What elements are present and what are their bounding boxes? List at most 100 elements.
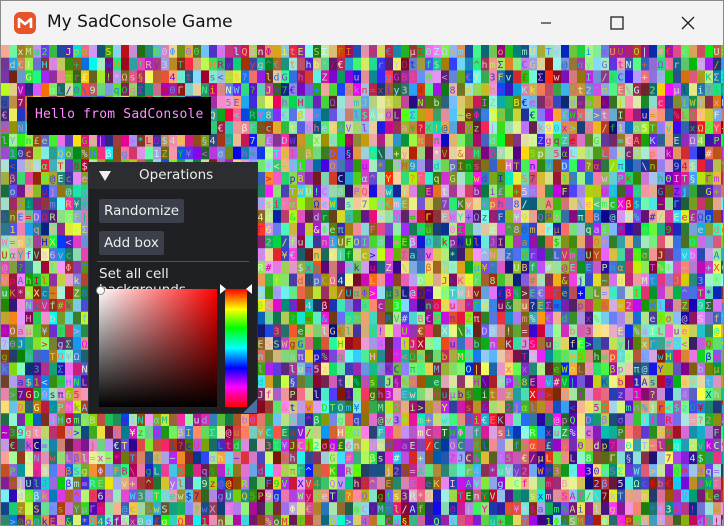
hue-slider-left-marker[interactable] — [220, 284, 226, 294]
hue-slider-right-marker[interactable] — [246, 284, 252, 294]
svg-text:|: | — [618, 98, 624, 109]
svg-text:r: r — [658, 403, 664, 414]
resize-grip-icon[interactable] — [243, 399, 257, 413]
svg-text:J: J — [42, 479, 48, 490]
game-console[interactable]: x Ma 2 Jp α S & B 0 Φ 0 Θπ l Q Sn Φi t E L S Σ F Ir $ €8 µ Σ Θ Z Ω > m o… — [1, 45, 723, 525]
svg-text:u: u — [546, 162, 552, 173]
svg-text:/: / — [282, 238, 288, 249]
svg-text:0: 0 — [354, 250, 360, 261]
minimize-button[interactable] — [523, 1, 569, 45]
svg-text:X: X — [50, 238, 56, 249]
svg-text:!: ! — [434, 123, 440, 134]
svg-text:Q: Q — [570, 416, 576, 427]
svg-text:F: F — [570, 174, 576, 185]
svg-text:q: q — [602, 466, 608, 477]
svg-text:Θ: Θ — [666, 174, 672, 185]
svg-text:J: J — [674, 276, 680, 287]
svg-text:G: G — [594, 136, 600, 147]
svg-text:β: β — [306, 149, 312, 160]
svg-text:R: R — [258, 263, 265, 274]
svg-text:4: 4 — [378, 339, 384, 350]
svg-text:α: α — [562, 149, 568, 160]
add-box-button[interactable]: Add box — [99, 231, 164, 255]
svg-text:@: @ — [642, 225, 648, 236]
svg-text:4: 4 — [170, 136, 176, 147]
svg-text:q: q — [34, 225, 40, 236]
svg-text:r: r — [530, 250, 536, 261]
svg-text:q: q — [554, 136, 560, 147]
svg-text:7: 7 — [530, 174, 536, 185]
svg-text:*: * — [114, 73, 120, 84]
svg-text:h: h — [314, 123, 320, 134]
svg-text:π: π — [354, 314, 360, 325]
svg-text:β: β — [410, 238, 416, 249]
svg-text:E: E — [298, 47, 304, 58]
svg-text:Y: Y — [474, 73, 480, 84]
svg-text:|: | — [98, 136, 104, 147]
svg-text:Z: Z — [538, 136, 544, 147]
svg-text:O: O — [338, 403, 344, 414]
svg-text:3: 3 — [490, 73, 496, 84]
svg-text:O: O — [426, 238, 432, 249]
svg-text:B: B — [714, 352, 720, 363]
svg-text:G: G — [706, 187, 712, 198]
svg-text:g: g — [330, 441, 336, 452]
svg-text:L: L — [554, 250, 560, 261]
svg-text:Γ: Γ — [298, 466, 304, 477]
svg-text:G: G — [530, 60, 536, 71]
svg-text:£: £ — [498, 289, 504, 300]
svg-text:s: s — [50, 466, 56, 477]
maximize-button[interactable] — [594, 1, 640, 45]
svg-text:<: < — [442, 73, 448, 84]
svg-text:€: € — [610, 73, 616, 84]
svg-text:\: \ — [482, 377, 488, 388]
svg-text:C: C — [722, 263, 724, 274]
operations-header[interactable]: Operations — [89, 163, 257, 189]
svg-text:Σ: Σ — [274, 441, 280, 452]
svg-text:@: @ — [378, 416, 384, 427]
svg-text:b: b — [50, 149, 56, 160]
svg-text:&: & — [514, 377, 520, 388]
svg-text:g: g — [546, 136, 552, 147]
sv-picker-handle[interactable] — [96, 286, 105, 295]
svg-text:I: I — [498, 238, 504, 249]
svg-text:K: K — [458, 276, 464, 287]
svg-text:£: £ — [690, 111, 696, 122]
svg-text:Φ: Φ — [362, 289, 368, 300]
svg-text:Γ: Γ — [426, 212, 432, 223]
triangle-down-icon[interactable] — [99, 171, 111, 181]
svg-text:Φ: Φ — [322, 225, 328, 236]
svg-text:~: ~ — [650, 441, 656, 452]
svg-text:+: + — [394, 238, 400, 249]
hue-slider[interactable] — [225, 289, 247, 407]
svg-text:e: e — [682, 212, 688, 223]
svg-text:€: € — [522, 98, 528, 109]
svg-text:F: F — [714, 111, 720, 122]
svg-text:b: b — [306, 123, 312, 134]
svg-text:U: U — [514, 263, 520, 274]
svg-text:S: S — [2, 212, 8, 223]
svg-text:7: 7 — [722, 250, 724, 261]
svg-text:W: W — [386, 441, 393, 452]
svg-text:2: 2 — [626, 301, 632, 312]
svg-text:s: s — [266, 200, 272, 211]
svg-text:u: u — [498, 301, 504, 312]
svg-text:m: m — [394, 200, 400, 211]
svg-text:a: a — [18, 377, 24, 388]
svg-text:€: € — [666, 479, 672, 490]
svg-text:0: 0 — [18, 149, 24, 160]
svg-text:c: c — [362, 250, 368, 261]
randomize-button[interactable]: Randomize — [99, 199, 185, 223]
svg-text:s: s — [370, 377, 376, 388]
svg-text:Y: Y — [698, 98, 704, 109]
svg-text:8: 8 — [82, 289, 88, 300]
svg-text:α: α — [530, 441, 536, 452]
svg-text:^: ^ — [266, 60, 272, 71]
saturation-value-picker[interactable] — [99, 289, 217, 407]
svg-text:I: I — [578, 390, 584, 401]
svg-text:T: T — [650, 263, 656, 274]
svg-text:s: s — [130, 73, 136, 84]
svg-text:^: ^ — [378, 352, 384, 363]
title-bar[interactable]: My SadConsole Game — [1, 1, 723, 45]
close-button[interactable] — [665, 1, 711, 45]
